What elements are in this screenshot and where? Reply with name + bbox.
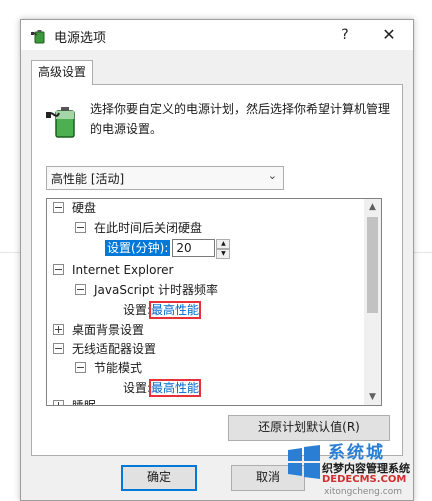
tree-item-label: 节能模式 <box>94 361 143 375</box>
windows-logo-icon <box>288 445 320 479</box>
tree-item-harddisk-off[interactable]: 在此时间后关闭硬盘 <box>75 219 202 237</box>
collapse-icon[interactable] <box>53 343 64 354</box>
chevron-down-icon: ⌄ <box>267 169 277 182</box>
tree-item-label: 在此时间后关闭硬盘 <box>94 221 203 235</box>
tree-item-power-save-setting: 设置:最高性能 <box>123 379 202 397</box>
tree-item-js-setting: 设置:最高性能 <box>123 301 202 319</box>
advanced-settings-panel: 选择你要自定义的电源计划，然后选择你希望计算机管理的电源设置。 高性能 [活动]… <box>31 84 403 456</box>
tree-item-harddisk-setting: 设置(分钟): 20 ▲ ▼ <box>105 239 231 259</box>
scroll-down-icon[interactable]: ▼ <box>364 389 381 405</box>
tree-item-label: Internet Explorer <box>72 263 174 277</box>
collapse-icon[interactable] <box>53 264 64 275</box>
tree-item-label: 无线适配器设置 <box>72 342 157 356</box>
tree-item-harddisk[interactable]: 硬盘 <box>53 199 96 217</box>
tree-item-desktop-bg[interactable]: 桌面背景设置 <box>53 321 144 339</box>
tree-item-wireless[interactable]: 无线适配器设置 <box>53 340 156 358</box>
collapse-icon[interactable] <box>53 202 64 213</box>
battery-plug-icon <box>46 107 75 138</box>
tab-advanced-settings[interactable]: 高级设置 <box>31 60 93 85</box>
tree-item-ie[interactable]: Internet Explorer <box>53 261 173 279</box>
power-save-value-link[interactable]: 最高性能 <box>149 379 202 397</box>
scroll-up-icon[interactable]: ▲ <box>364 199 381 215</box>
window-title: 电源选项 <box>54 31 107 46</box>
setting-label: 设置: <box>123 381 152 395</box>
tree-item-js-timer[interactable]: JavaScript 计时器频率 <box>75 281 218 299</box>
plan-dropdown[interactable]: 高性能 [活动] ⌄ <box>46 166 284 190</box>
tree-item-label: 睡眠 <box>72 399 97 406</box>
minutes-spinner[interactable]: ▲ ▼ <box>216 239 231 259</box>
description-text: 选择你要自定义的电源计划，然后选择你希望计算机管理的电源设置。 <box>90 102 391 136</box>
minutes-input[interactable]: 20 <box>172 239 216 257</box>
close-button[interactable]: ✕ <box>377 24 401 46</box>
collapse-icon[interactable] <box>75 222 86 233</box>
ok-button[interactable]: 确定 <box>121 465 197 491</box>
title-bar: 电源选项 ? ✕ <box>21 20 413 50</box>
vertical-scrollbar[interactable]: ▲ ▼ <box>364 199 381 405</box>
expand-icon[interactable] <box>53 400 64 405</box>
js-setting-value-link[interactable]: 最高性能 <box>149 301 202 319</box>
tree-item-sleep[interactable]: 睡眠 <box>53 397 97 406</box>
settings-tree: 硬盘 在此时间后关闭硬盘 设置(分钟): 20 ▲ ▼ Internet Explor… <box>46 198 382 406</box>
battery-plug-icon <box>31 30 45 44</box>
help-button[interactable]: ? <box>333 24 357 46</box>
watermark: 系统城 织梦内容管理系统 DEDECMS.COM xitongcheng.com <box>284 436 432 499</box>
tree-item-label: 桌面背景设置 <box>72 323 145 337</box>
tree-item-power-save[interactable]: 节能模式 <box>75 359 142 377</box>
watermark-line3: xitongcheng.com <box>324 487 402 497</box>
spin-down-icon[interactable]: ▼ <box>216 249 231 259</box>
watermark-line2: DEDECMS.COM <box>322 474 407 485</box>
spin-up-icon[interactable]: ▲ <box>216 239 231 249</box>
expand-icon[interactable] <box>53 324 64 335</box>
power-options-dialog: 电源选项 ? ✕ 高级设置 选择你要自定义的电源计划，然后选择你希望计算机管理的… <box>20 19 414 501</box>
setting-label: 设置: <box>123 303 152 317</box>
collapse-icon[interactable] <box>75 362 86 373</box>
collapse-icon[interactable] <box>75 284 86 295</box>
tree-item-label: JavaScript 计时器频率 <box>94 283 218 297</box>
setting-label-selected: 设置(分钟): <box>105 240 171 256</box>
scroll-thumb[interactable] <box>367 217 378 313</box>
plan-dropdown-value: 高性能 [活动] <box>51 172 125 186</box>
tree-item-label: 硬盘 <box>72 201 97 215</box>
